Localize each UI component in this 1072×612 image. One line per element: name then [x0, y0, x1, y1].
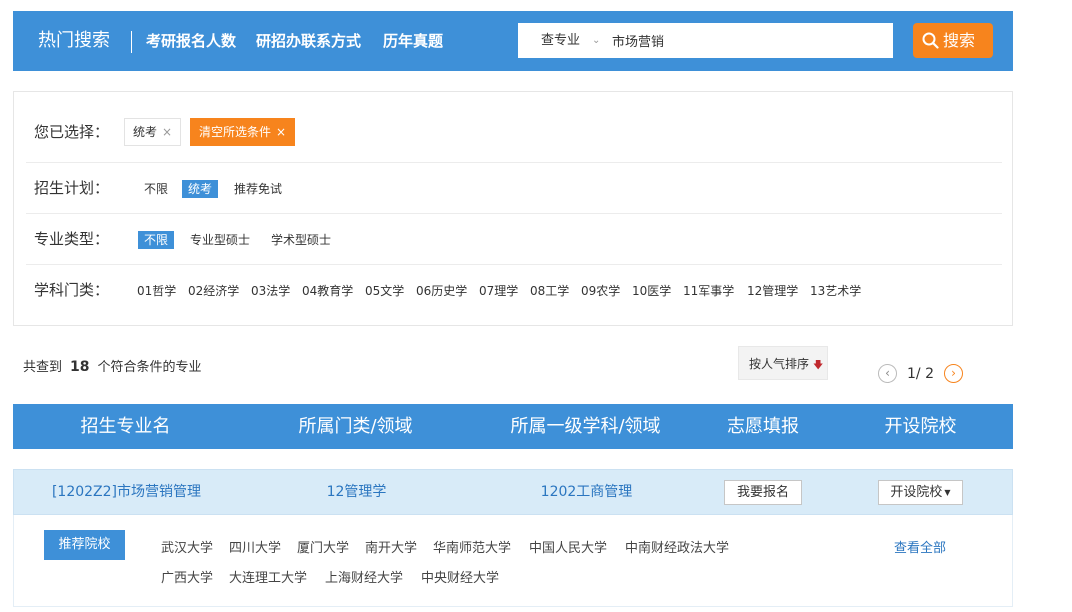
recommended-schools: 推荐院校 武汉大学 四川大学 厦门大学 南开大学 华南师范大学 中国人民大学 中…: [13, 515, 1013, 607]
filter-row-type: 专业类型： 不限 专业型硕士 学术型硕士: [26, 214, 1002, 265]
clear-conditions-button[interactable]: 清空所选条件 ×: [190, 118, 296, 146]
selected-chip-unified-exam[interactable]: 统考 ×: [124, 118, 182, 146]
subject-option[interactable]: 07理学: [473, 282, 524, 300]
chevron-down-icon[interactable]: ⌄: [592, 23, 600, 58]
link-exam-applicants[interactable]: 考研报名人数: [146, 11, 236, 71]
school-link[interactable]: 上海财经大学: [325, 567, 403, 586]
category-link[interactable]: 12管理学: [239, 470, 474, 514]
subject-option[interactable]: 08工学: [524, 282, 575, 300]
clear-label: 清空所选条件: [199, 125, 272, 139]
apply-button[interactable]: 我要报名: [724, 480, 802, 505]
major-link[interactable]: [1202Z2]市场营销管理: [14, 470, 239, 514]
subject-option[interactable]: 06历史学: [410, 282, 473, 300]
subject-option[interactable]: 11军事学: [677, 282, 740, 300]
results-prefix: 共查到: [23, 360, 63, 375]
subject-option[interactable]: 04教育学: [296, 282, 359, 300]
header-discipline: 所属一级学科/领域: [510, 416, 661, 437]
search-button[interactable]: 搜索: [913, 23, 993, 58]
plan-label: 招生计划：: [34, 179, 110, 197]
sort-by-popularity-button[interactable]: 按人气排序 🡇: [738, 346, 828, 380]
results-summary: 共查到 18 个符合条件的专业: [23, 356, 202, 375]
plan-option-any[interactable]: 不限: [138, 180, 174, 198]
type-option-professional[interactable]: 专业型硕士: [184, 231, 256, 249]
next-page-button[interactable]: ›: [944, 364, 963, 383]
subject-option[interactable]: 03法学: [245, 282, 296, 300]
subject-option[interactable]: 05文学: [359, 282, 410, 300]
header-apply: 志愿填报: [727, 416, 799, 437]
hot-search-label: 热门搜索: [38, 30, 110, 51]
sort-label: 按人气排序: [749, 357, 810, 371]
subject-option[interactable]: 09农学: [575, 282, 626, 300]
type-label: 专业类型：: [34, 230, 110, 248]
table-header: 招生专业名 所属门类/领域 所属一级学科/领域 志愿填报 开设院校: [13, 404, 1013, 449]
type-option-academic[interactable]: 学术型硕士: [265, 231, 337, 249]
school-link[interactable]: 中南财经政法大学: [625, 537, 729, 556]
plan-option-unified[interactable]: 统考: [182, 180, 219, 198]
subject-option[interactable]: 02经济学: [182, 282, 245, 300]
header-category: 所属门类/领域: [298, 416, 413, 437]
schools-button-label: 开设院校: [890, 485, 943, 500]
header-major: 招生专业名: [80, 416, 171, 437]
filter-panel: 您已选择： 统考 × 清空所选条件 × 招生计划： 不限 统考 推荐免试 专业类型：…: [13, 91, 1013, 326]
close-icon[interactable]: ×: [276, 125, 286, 139]
school-link[interactable]: 大连理工大学: [229, 567, 307, 586]
results-count: 18: [70, 359, 90, 375]
school-link[interactable]: 南开大学: [365, 537, 417, 556]
selected-label: 您已选择：: [34, 123, 110, 141]
chip-label: 统考: [133, 125, 158, 139]
subject-option[interactable]: 13艺术学: [804, 282, 867, 300]
link-past-exams[interactable]: 历年真题: [383, 11, 443, 71]
subject-option[interactable]: 10医学: [626, 282, 677, 300]
recommend-schools-button[interactable]: 推荐院校: [44, 530, 125, 560]
search-icon: [922, 32, 939, 49]
school-link[interactable]: 四川大学: [229, 537, 281, 556]
results-suffix: 个符合条件的专业: [97, 360, 202, 375]
type-option-any[interactable]: 不限: [138, 231, 175, 249]
link-admissions-contact[interactable]: 研招办联系方式: [256, 11, 361, 71]
arrow-down-icon: 🡇: [813, 360, 824, 371]
close-icon[interactable]: ×: [162, 125, 172, 139]
search-category-select[interactable]: 查专业: [541, 23, 580, 58]
discipline-link[interactable]: 1202工商管理: [474, 470, 699, 514]
school-link[interactable]: 厦门大学: [297, 537, 349, 556]
header-schools: 开设院校: [884, 416, 957, 437]
table-row: [1202Z2]市场营销管理 12管理学 1202工商管理 我要报名 开设院校 ▼: [13, 469, 1013, 515]
school-link[interactable]: 广西大学: [161, 567, 213, 586]
page-indicator: 1/ 2: [907, 366, 934, 382]
schools-dropdown-button[interactable]: 开设院校 ▼: [878, 480, 963, 505]
top-search-bar: 热门搜索 考研报名人数 研招办联系方式 历年真题 查专业 ⌄ 搜索: [13, 11, 1013, 71]
subject-option[interactable]: 12管理学: [741, 282, 804, 300]
prev-page-button[interactable]: ‹: [878, 364, 897, 383]
school-link[interactable]: 中国人民大学: [529, 537, 607, 556]
school-link[interactable]: 华南师范大学: [433, 537, 511, 556]
filter-row-selected: 您已选择： 统考 × 清空所选条件 ×: [26, 107, 1002, 163]
search-button-label: 搜索: [943, 31, 976, 50]
search-input[interactable]: [612, 29, 872, 52]
view-all-link[interactable]: 查看全部: [894, 537, 946, 556]
filter-row-subject: 学科门类： 01哲学 02经济学 03法学 04教育学 05文学 06历史学 0…: [26, 265, 1002, 316]
filter-row-plan: 招生计划： 不限 统考 推荐免试: [26, 163, 1002, 214]
subject-label: 学科门类：: [34, 281, 110, 299]
caret-down-icon: ▼: [944, 488, 951, 497]
plan-option-exempt[interactable]: 推荐免试: [228, 180, 288, 198]
subject-option[interactable]: 01哲学: [131, 282, 182, 300]
school-link[interactable]: 武汉大学: [161, 537, 213, 556]
divider: [131, 31, 132, 53]
search-box: 查专业 ⌄: [518, 23, 893, 58]
school-link[interactable]: 中央财经大学: [421, 567, 499, 586]
